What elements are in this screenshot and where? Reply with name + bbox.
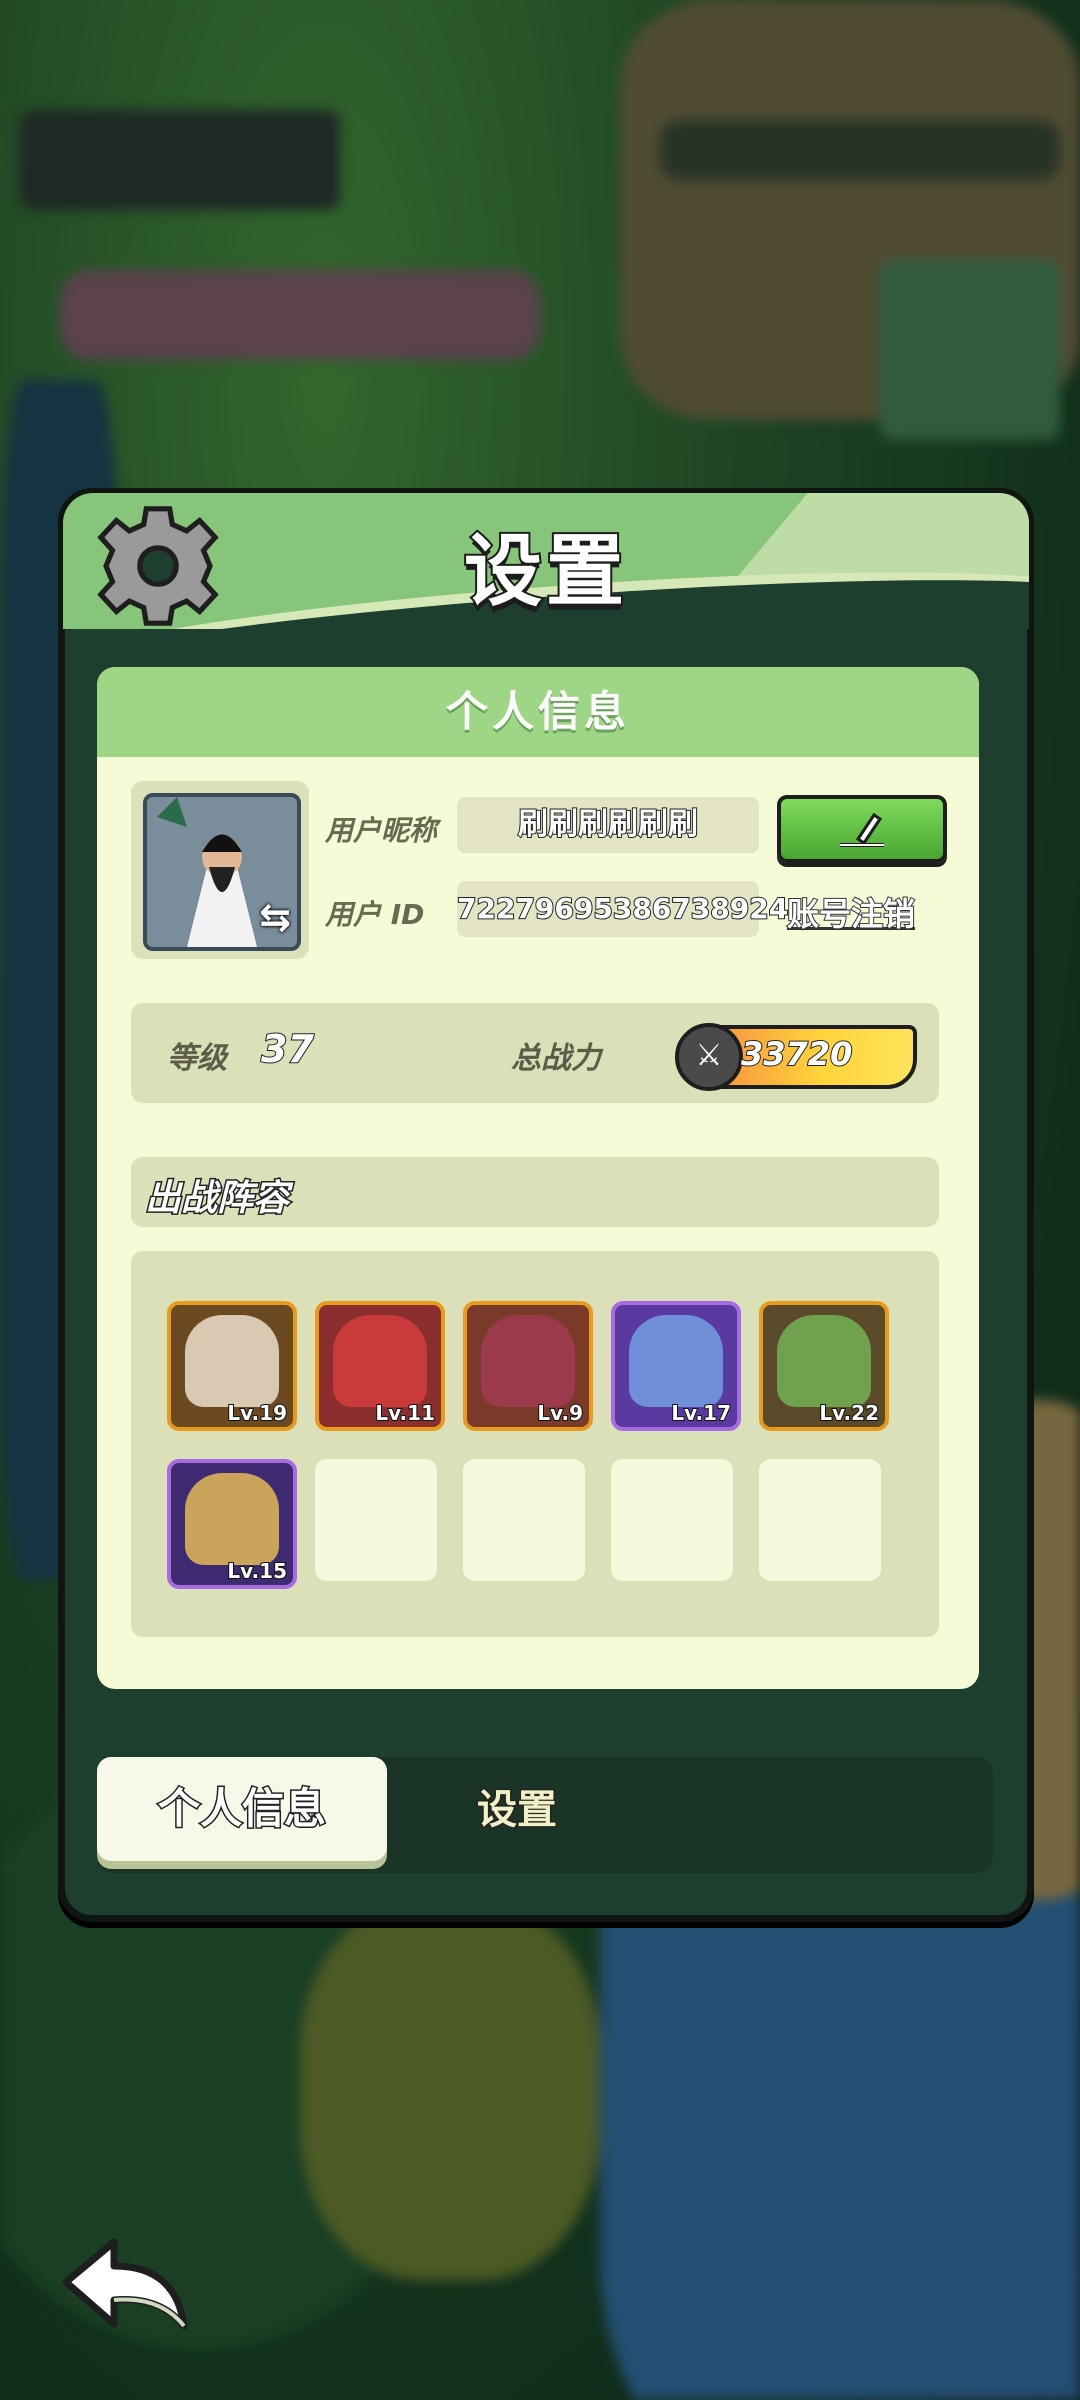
power-badge: ⚔ 33720 bbox=[675, 1023, 917, 1091]
hero-slot[interactable]: Lv.19 bbox=[167, 1301, 297, 1431]
empty-hero-slot[interactable] bbox=[463, 1459, 585, 1581]
tab-bar: 个人信息 设置 bbox=[97, 1757, 993, 1873]
hero-portrait-icon bbox=[333, 1315, 427, 1407]
swap-avatar-icon[interactable]: ⇆ bbox=[259, 895, 291, 939]
empty-hero-slot[interactable] bbox=[611, 1459, 733, 1581]
avatar-frame[interactable]: ⇆ bbox=[131, 781, 309, 959]
edit-nickname-button[interactable] bbox=[777, 795, 947, 863]
back-arrow-icon[interactable] bbox=[56, 2230, 196, 2340]
hero-level: Lv.9 bbox=[536, 1400, 584, 1426]
hero-slot[interactable]: Lv.22 bbox=[759, 1301, 889, 1431]
hero-level: Lv.19 bbox=[226, 1400, 288, 1426]
nickname-label: 用户昵称 bbox=[325, 814, 438, 847]
hero-level: Lv.22 bbox=[818, 1400, 880, 1426]
pencil-icon bbox=[840, 812, 884, 847]
profile-card: 个人信息 ⇆ 用户昵称 刷刷刷刷刷刷 用户 ID 722796953867389… bbox=[97, 667, 979, 1689]
user-id-label: 用户 ID bbox=[325, 898, 425, 931]
hero-slot[interactable]: Lv.9 bbox=[463, 1301, 593, 1431]
settings-panel: 设置 个人信息 ⇆ 用户昵称 刷刷刷刷刷刷 用户 ID 722796953867… bbox=[58, 488, 1034, 1922]
level-label: 等级 bbox=[167, 1041, 227, 1076]
hero-slot[interactable]: Lv.17 bbox=[611, 1301, 741, 1431]
empty-hero-slot[interactable] bbox=[759, 1459, 881, 1581]
lineup-header: 出战阵容 bbox=[131, 1157, 939, 1227]
hero-portrait-icon bbox=[777, 1315, 871, 1407]
empty-hero-slot[interactable] bbox=[315, 1459, 437, 1581]
deregister-account-link[interactable]: 账号注销 bbox=[786, 889, 916, 935]
panel-title: 设置 bbox=[462, 525, 628, 619]
tab-profile[interactable]: 个人信息 bbox=[97, 1757, 387, 1861]
hero-portrait-icon bbox=[481, 1315, 575, 1407]
stats-bar: 等级 37 总战力 ⚔ 33720 bbox=[131, 1003, 939, 1103]
level-value: 37 bbox=[260, 1026, 315, 1072]
hero-level: Lv.11 bbox=[374, 1400, 436, 1426]
power-label: 总战力 bbox=[511, 1041, 601, 1076]
lineup-grid: Lv.19 Lv.11 Lv.9 Lv.17 Lv.22 Lv.15 bbox=[131, 1251, 939, 1637]
power-value: 33720 bbox=[740, 1034, 853, 1074]
hero-portrait-icon bbox=[185, 1473, 279, 1565]
section-title: 个人信息 bbox=[97, 667, 979, 757]
crossed-swords-icon: ⚔ bbox=[675, 1023, 743, 1091]
hero-slot[interactable]: Lv.11 bbox=[315, 1301, 445, 1431]
hero-portrait-icon bbox=[629, 1315, 723, 1407]
tab-settings[interactable]: 设置 bbox=[476, 1777, 559, 1835]
lineup-title: 出战阵容 bbox=[143, 1177, 290, 1221]
avatar[interactable]: ⇆ bbox=[143, 793, 301, 951]
hero-slot[interactable]: Lv.15 bbox=[167, 1459, 297, 1589]
user-id-field: 72279695386738924 bbox=[456, 881, 789, 937]
hero-portrait-icon bbox=[185, 1315, 279, 1407]
hero-level: Lv.15 bbox=[226, 1558, 288, 1584]
nickname-field: 刷刷刷刷刷刷 bbox=[457, 797, 759, 853]
hero-level: Lv.17 bbox=[670, 1400, 732, 1426]
